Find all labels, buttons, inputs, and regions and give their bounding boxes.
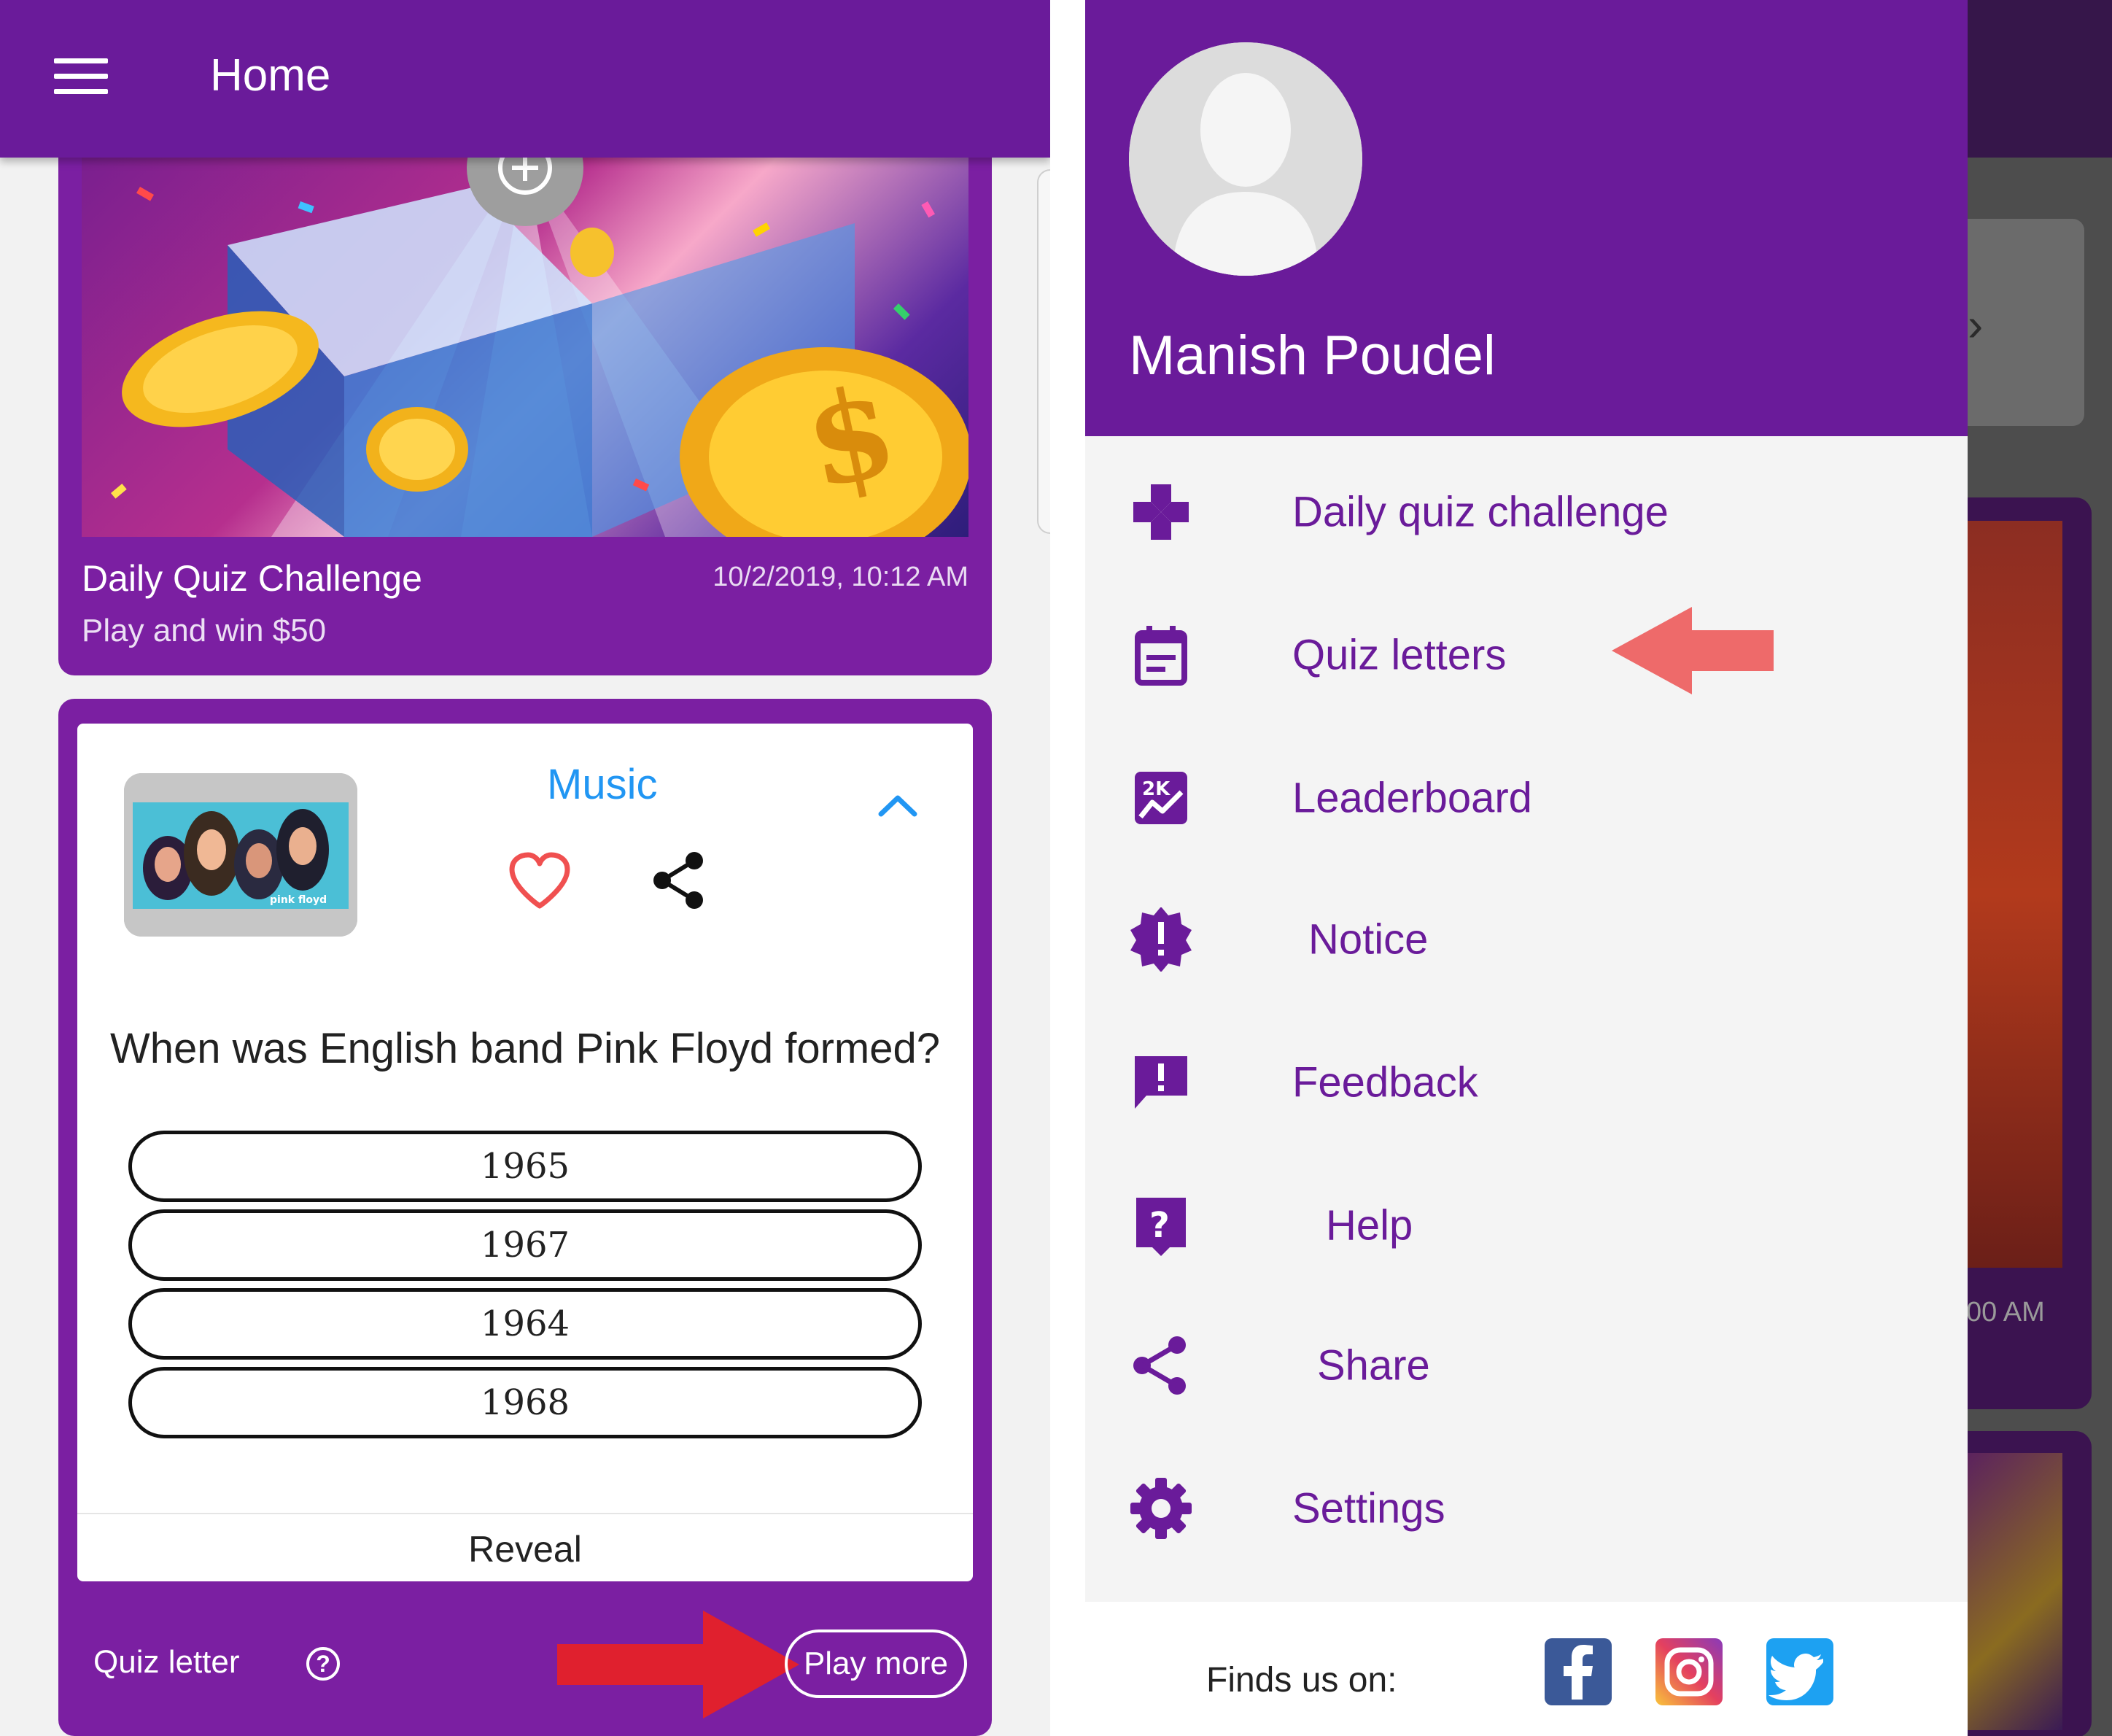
quiz-category: Music (547, 761, 658, 808)
daily-challenge-card[interactable]: $ Daily Quiz Challenge 10/2/2019, 10:12 … (58, 102, 992, 675)
calendar-note-icon (1129, 623, 1193, 687)
menu-item-label: Feedback (1292, 1058, 1478, 1107)
play-more-button[interactable]: Play more (785, 1630, 967, 1698)
twitter-icon[interactable] (1766, 1638, 1833, 1705)
menu-item-label: Notice (1308, 915, 1429, 964)
help-icon: ? (1129, 1193, 1193, 1258)
answer-option[interactable]: 1967 (128, 1209, 922, 1281)
chevron-right-icon: › (1968, 298, 1984, 351)
gamepad-icon (1129, 480, 1193, 544)
app-bar: Home (0, 0, 1050, 158)
finds-us-label: Finds us on: (1206, 1661, 1397, 1700)
thumbnail-caption: pink floyd (270, 894, 327, 906)
svg-text:?: ? (1149, 1205, 1170, 1246)
menu-item-label: Quiz letters (1292, 631, 1507, 679)
answer-option[interactable]: 1964 (128, 1288, 922, 1360)
menu-item-leaderboard[interactable]: 2K Leaderboard (1085, 732, 1968, 864)
leaderboard-icon-text: 2K (1142, 778, 1170, 800)
hamburger-menu-icon[interactable] (54, 58, 108, 95)
chevron-up-icon[interactable] (877, 791, 919, 824)
menu-item-settings[interactable]: Settings (1085, 1443, 1968, 1574)
drawer-footer: Finds us on: (1085, 1602, 1968, 1736)
home-screen: Home $ Daily Quiz Challenge 10/2/2019, 1… (0, 0, 1050, 1736)
drawer-screen: › 00 AM Manish Poudel Daily quiz challen… (1085, 0, 2112, 1736)
annotation-arrow-left-icon (1612, 607, 1774, 698)
challenge-subtitle: Play and win $50 (82, 613, 327, 648)
adjacent-card-edge (1037, 169, 1050, 534)
share-icon[interactable] (649, 849, 709, 915)
feedback-icon (1129, 1050, 1193, 1115)
facebook-icon[interactable] (1545, 1638, 1612, 1705)
challenge-timestamp: 10/2/2019, 10:12 AM (713, 562, 968, 592)
menu-item-help[interactable]: ? Help (1085, 1160, 1968, 1291)
quiz-question: When was English band Pink Floyd formed? (109, 1025, 941, 1072)
page-title: Home (210, 50, 331, 101)
menu-item-notice[interactable]: Notice (1085, 874, 1968, 1005)
divider (77, 1513, 973, 1514)
menu-item-label: Settings (1292, 1484, 1445, 1532)
navigation-drawer: Manish Poudel Daily quiz challenge Quiz … (1085, 0, 1968, 1736)
drawer-header: Manish Poudel (1085, 0, 1968, 436)
user-name: Manish Poudel (1129, 325, 1496, 387)
share-icon (1129, 1333, 1193, 1398)
quiz-card-body: pink floyd Music When was English band P… (77, 724, 973, 1581)
annotation-arrow-right-icon (557, 1611, 799, 1722)
menu-item-label: Share (1317, 1341, 1430, 1390)
menu-item-label: Help (1326, 1201, 1413, 1249)
avatar[interactable] (1129, 42, 1362, 276)
reveal-button[interactable]: Reveal (77, 1517, 973, 1581)
gear-icon (1129, 1476, 1193, 1541)
menu-item-share[interactable]: Share (1085, 1300, 1968, 1431)
quiz-letter-link[interactable]: Quiz letter (93, 1644, 240, 1681)
quiz-thumbnail: pink floyd (124, 773, 357, 937)
instagram-icon[interactable] (1655, 1638, 1723, 1705)
help-circle-icon[interactable]: ? (306, 1647, 340, 1681)
dimmed-card (1946, 1431, 2092, 1736)
answer-option[interactable]: 1965 (128, 1131, 922, 1202)
alert-badge-icon (1129, 907, 1193, 972)
menu-item-quiz-letters[interactable]: Quiz letters (1085, 589, 1968, 721)
quiz-card: pink floyd Music When was English band P… (58, 699, 992, 1736)
dimmed-timestamp: 00 AM (1966, 1297, 2045, 1328)
menu-item-label: Daily quiz challenge (1292, 488, 1669, 536)
challenge-banner-image: $ (82, 158, 968, 537)
menu-item-feedback[interactable]: Feedback (1085, 1017, 1968, 1148)
menu-item-daily-quiz[interactable]: Daily quiz challenge (1085, 446, 1968, 578)
answer-option[interactable]: 1968 (128, 1367, 922, 1438)
menu-item-label: Leaderboard (1292, 774, 1532, 822)
leaderboard-icon: 2K (1129, 766, 1193, 830)
challenge-title: Daily Quiz Challenge (82, 558, 422, 599)
dimmed-card (1946, 497, 2092, 1409)
heart-icon[interactable] (506, 850, 573, 915)
